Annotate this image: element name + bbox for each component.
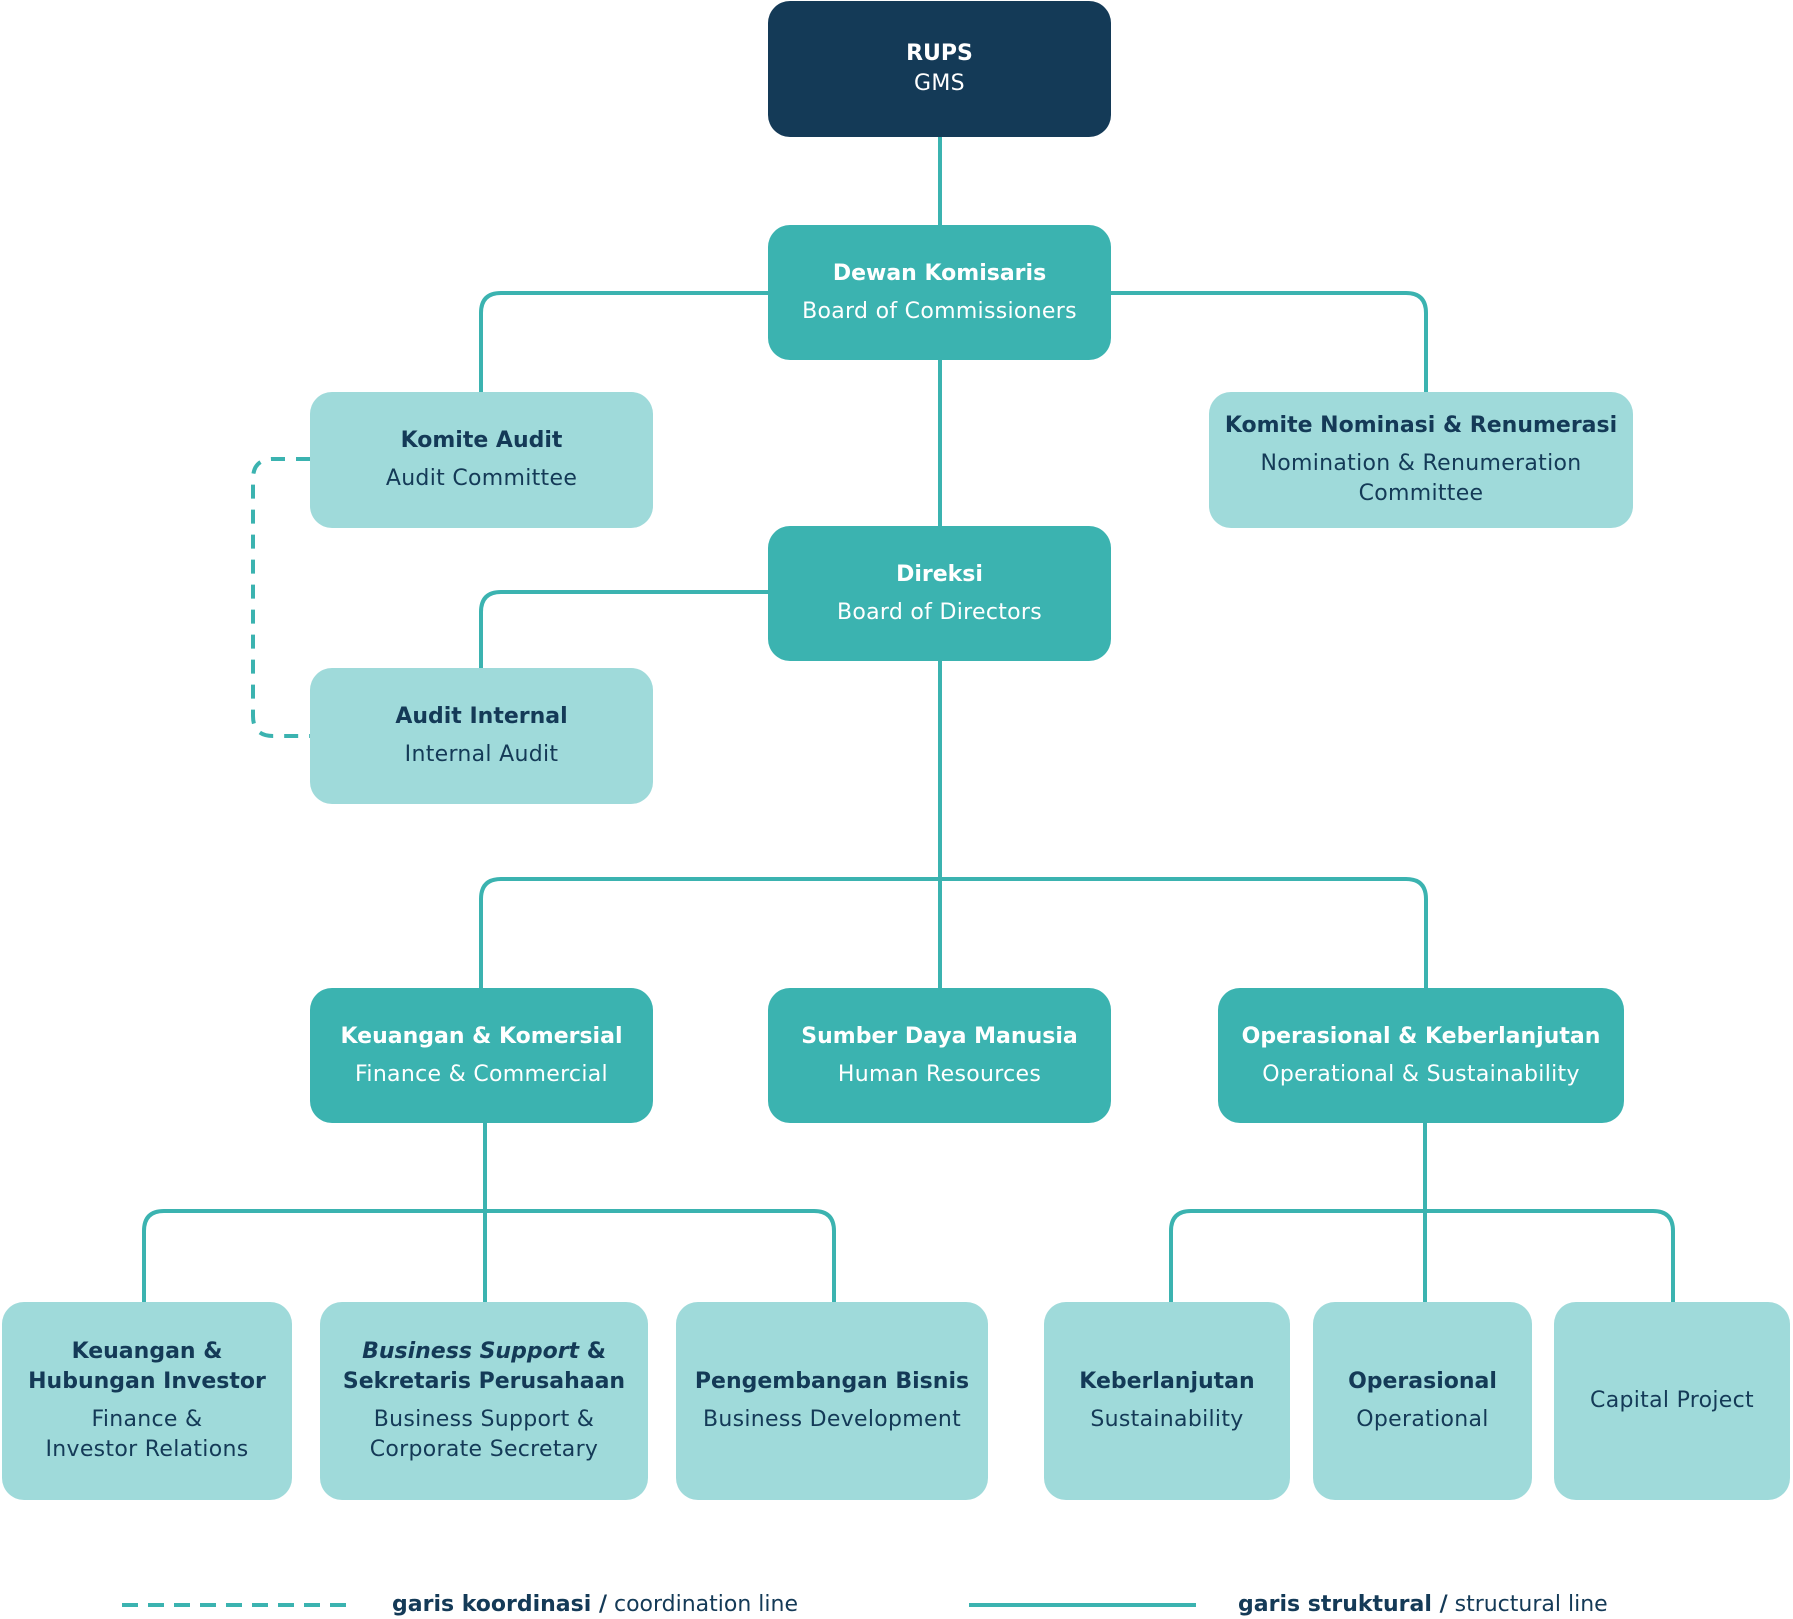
line-ops-bus xyxy=(1169,1209,1675,1304)
node-title: Dewan Komisaris xyxy=(832,260,1047,286)
node-title-line1: Keuangan & xyxy=(71,1339,223,1364)
node-subtitle: GMS xyxy=(914,71,965,96)
node-subtitle-line2: Corporate Secretary xyxy=(369,1437,599,1462)
legend-coordination-bold: garis koordinasi / xyxy=(392,1592,607,1617)
node-subtitle: Internal Audit xyxy=(404,742,559,767)
node-direksi[interactable]: Direksi Board of Directors xyxy=(768,526,1111,661)
node-title: Komite Nominasi & Renumerasi xyxy=(1224,413,1618,438)
node-title-line2: Hubungan Investor xyxy=(28,1369,266,1394)
node-keuangan-hubungan-investor[interactable]: Keuangan & Hubungan Investor Finance & I… xyxy=(2,1302,292,1500)
node-title: Sumber Daya Manusia xyxy=(801,1023,1078,1049)
node-subtitle-line1: Nomination & Renumeration xyxy=(1260,451,1582,476)
legend-structural-normal: structural line xyxy=(1447,1592,1608,1617)
line-coordination-audit xyxy=(251,457,310,738)
node-title-italic: Business Support xyxy=(362,1339,580,1364)
node-keuangan-komersial[interactable]: Keuangan & Komersial Finance & Commercia… xyxy=(310,988,653,1123)
line-dewan-komite-audit xyxy=(479,291,770,394)
line-dewan-komite-nominasi xyxy=(1109,291,1428,394)
node-subtitle-line1: Business Support & xyxy=(373,1407,595,1432)
node-title: Komite Audit xyxy=(400,428,563,453)
node-subtitle: Operational xyxy=(1356,1407,1489,1432)
node-keberlanjutan[interactable]: Keberlanjutan Sustainability xyxy=(1044,1302,1290,1500)
node-subtitle: Operational & Sustainability xyxy=(1262,1061,1580,1087)
node-subtitle: Human Resources xyxy=(837,1061,1042,1087)
node-title-rest: & xyxy=(579,1339,606,1364)
legend-structural-label: garis struktural / structural line xyxy=(1238,1590,1608,1619)
node-subtitle: Sustainability xyxy=(1090,1407,1244,1432)
node-business-support[interactable]: Business Support & Sekretaris Perusahaan… xyxy=(320,1302,648,1500)
node-subtitle-line2: Committee xyxy=(1358,481,1484,506)
node-title: Keuangan & Komersial xyxy=(340,1023,623,1049)
node-audit-internal[interactable]: Audit Internal Internal Audit xyxy=(310,668,653,804)
node-title: Keberlanjutan xyxy=(1079,1369,1255,1394)
legend-structural-bold: garis struktural / xyxy=(1238,1592,1448,1617)
node-subtitle: Board of Directors xyxy=(836,599,1043,625)
node-subtitle: Capital Project xyxy=(1590,1388,1754,1413)
legend-coordination-label: garis koordinasi / coordination line xyxy=(392,1590,798,1619)
node-rups[interactable]: RUPS GMS xyxy=(768,1,1111,137)
node-subtitle-line2: Investor Relations xyxy=(45,1437,249,1462)
node-subtitle: Audit Committee xyxy=(385,466,578,491)
line-mid-bus xyxy=(479,877,1428,990)
line-direksi-audit-internal xyxy=(479,590,770,670)
node-subtitle: Business Development xyxy=(702,1407,962,1432)
node-title: Operasional & Keberlanjutan xyxy=(1241,1023,1601,1049)
node-sdm[interactable]: Sumber Daya Manusia Human Resources xyxy=(768,988,1111,1123)
node-title: Pengembangan Bisnis xyxy=(694,1369,970,1394)
node-title: Audit Internal xyxy=(395,704,568,729)
node-subtitle: Board of Commissioners xyxy=(802,298,1077,324)
legend-coordination-normal: coordination line xyxy=(606,1592,798,1617)
node-capital-project[interactable]: Capital Project xyxy=(1554,1302,1790,1500)
node-title-line2: Sekretaris Perusahaan xyxy=(342,1369,626,1394)
node-dewan-komisaris[interactable]: Dewan Komisaris Board of Commissioners xyxy=(768,225,1111,360)
node-subtitle-line1: Finance & xyxy=(91,1407,203,1432)
node-operasional[interactable]: Operasional Operational xyxy=(1313,1302,1532,1500)
node-operasional-keberlanjutan[interactable]: Operasional & Keberlanjutan Operational … xyxy=(1218,988,1624,1123)
node-title-line1: Business Support & xyxy=(362,1337,606,1367)
node-komite-audit[interactable]: Komite Audit Audit Committee xyxy=(310,392,653,528)
node-title: Operasional xyxy=(1348,1369,1497,1394)
node-pengembangan-bisnis[interactable]: Pengembangan Bisnis Business Development xyxy=(676,1302,988,1500)
line-keuangan-bus xyxy=(142,1209,836,1304)
node-subtitle: Finance & Commercial xyxy=(355,1061,608,1087)
node-title: Direksi xyxy=(896,561,983,587)
node-komite-nominasi[interactable]: Komite Nominasi & Renumerasi Nomination … xyxy=(1209,392,1633,528)
node-title: RUPS xyxy=(906,41,973,66)
